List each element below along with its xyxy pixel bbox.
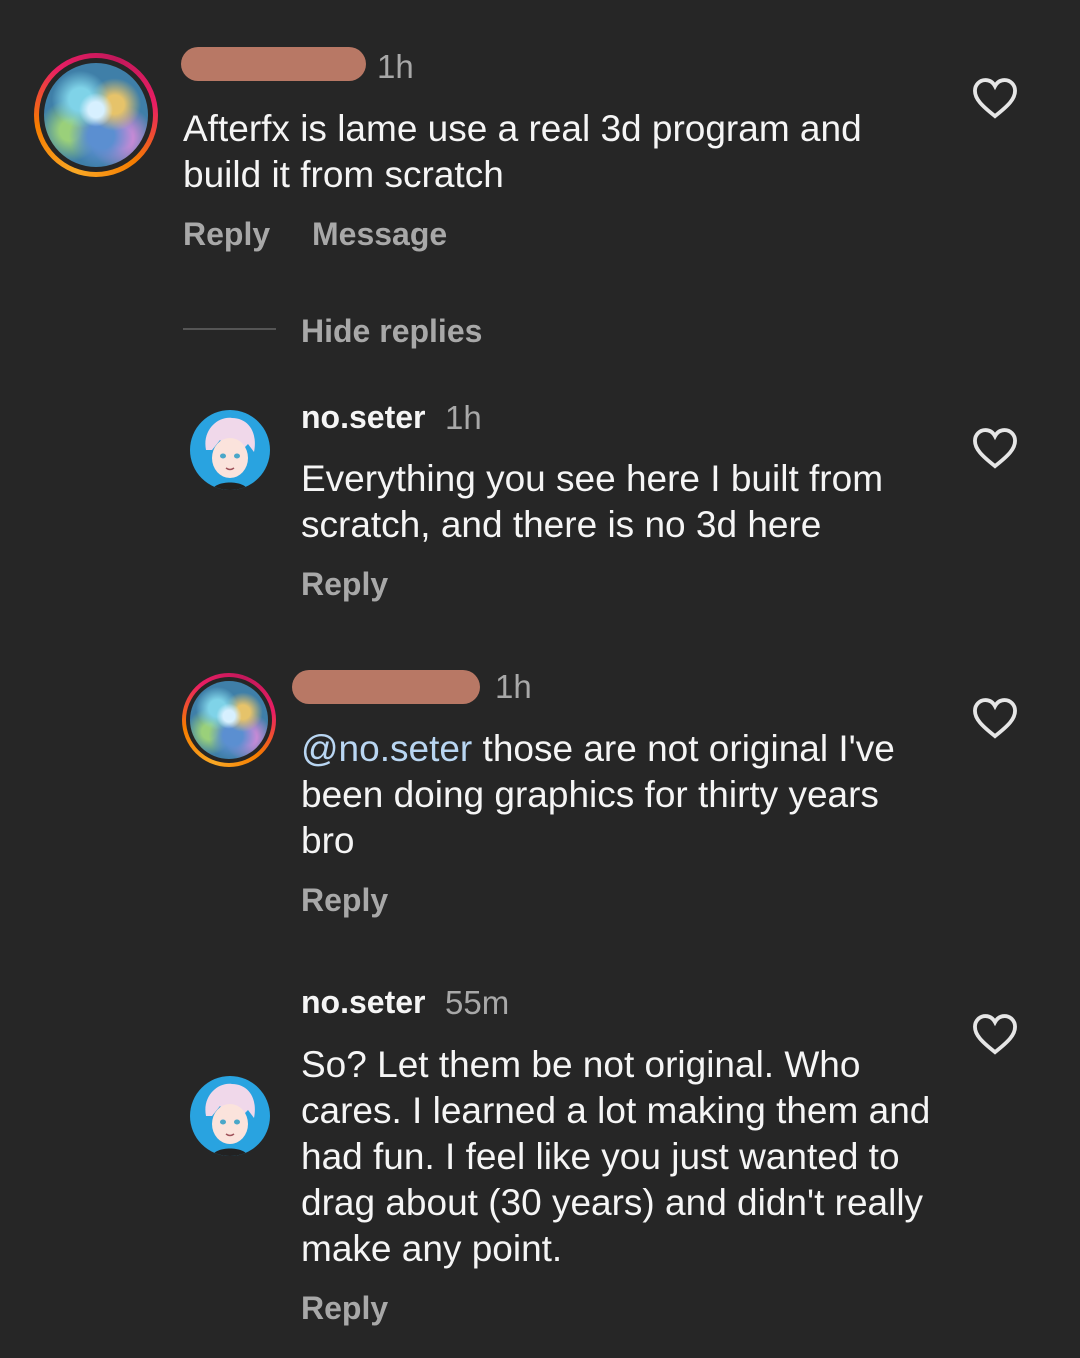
heart-icon[interactable]: [972, 427, 1018, 469]
reply-reply-button[interactable]: Reply: [301, 1290, 388, 1327]
reply-reply-button[interactable]: Reply: [301, 882, 388, 919]
reply-time: 1h: [445, 399, 482, 436]
reply-avatar[interactable]: [190, 410, 270, 490]
reply-text: So? Let them be not original. Who cares.…: [301, 1044, 931, 1269]
comment-text: Afterfx is lame use a real 3d program an…: [183, 108, 862, 195]
heart-icon[interactable]: [972, 1013, 1018, 1055]
reply-text: @no.seter those are not original I've be…: [301, 726, 941, 864]
reply-avatar-image: [190, 681, 268, 759]
heart-icon[interactable]: [972, 77, 1018, 119]
commenter-avatar[interactable]: [34, 53, 158, 177]
reply-time: 1h: [495, 668, 532, 705]
reply-username[interactable]: no.seter: [301, 984, 425, 1021]
anime-avatar-icon: [205, 1083, 255, 1156]
redacted-username: [292, 670, 480, 704]
anime-avatar-icon: [205, 417, 255, 490]
reply-reply-button[interactable]: Reply: [301, 566, 388, 603]
heart-icon[interactable]: [972, 697, 1018, 739]
reply-avatar[interactable]: [190, 1076, 270, 1156]
comment-message-button[interactable]: Message: [312, 216, 447, 253]
reply-text: Everything you see here I built from scr…: [301, 458, 884, 545]
reply-time: 55m: [445, 984, 510, 1021]
comment-time: 1h: [377, 48, 414, 85]
hide-replies-divider: [183, 328, 276, 330]
hide-replies-button[interactable]: Hide replies: [301, 313, 482, 350]
mention-link[interactable]: @no.seter: [301, 728, 472, 769]
reply-username[interactable]: no.seter: [301, 399, 425, 436]
commenter-avatar-image: [44, 63, 148, 167]
reply-avatar[interactable]: [182, 673, 276, 767]
redacted-username: [181, 47, 366, 81]
comment-reply-button[interactable]: Reply: [183, 216, 270, 253]
